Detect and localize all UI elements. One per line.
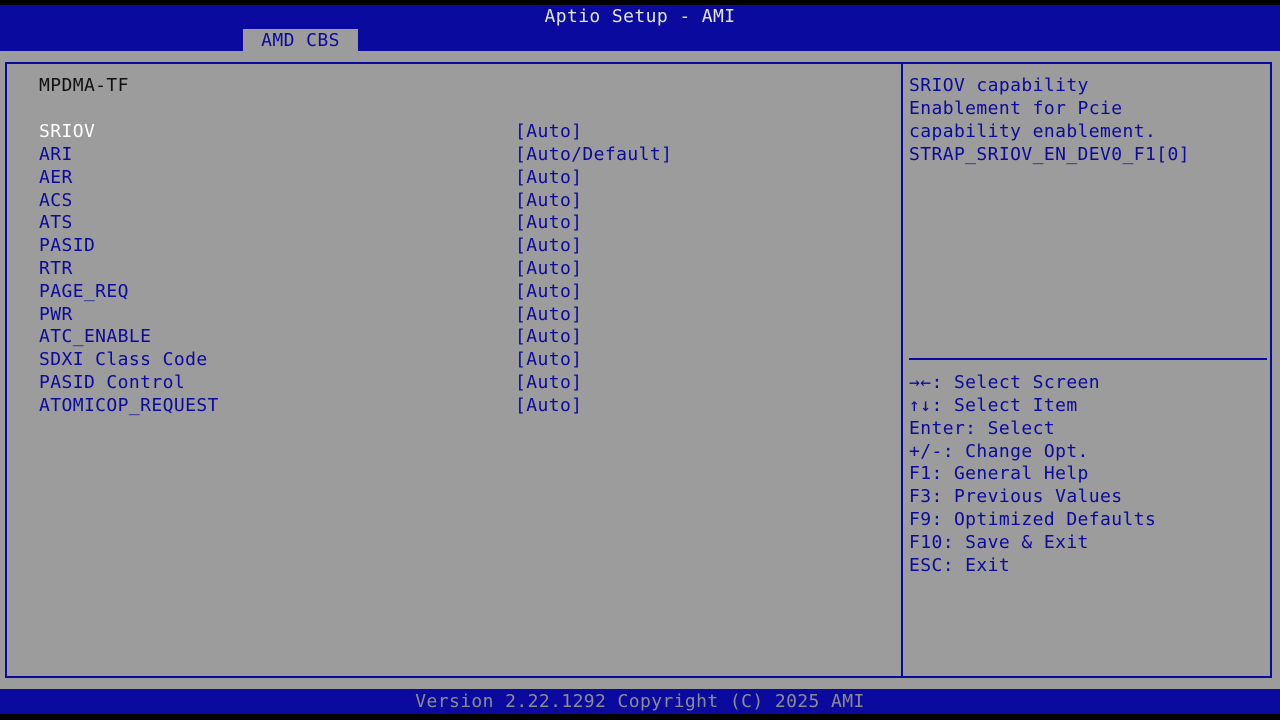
setting-value[interactable]: [Auto]	[515, 325, 582, 348]
key-hint-select-item: ↑↓: Select Item	[909, 395, 1078, 416]
setting-value[interactable]: [Auto]	[515, 211, 582, 234]
key-hint-change-opt: +/-: Change Opt.	[909, 441, 1089, 462]
setting-label: PASID Control	[39, 372, 186, 393]
help-text-line: STRAP_SRIOV_EN_DEV0_F1[0]	[909, 144, 1190, 165]
setting-value[interactable]: [Auto]	[515, 394, 582, 417]
setting-row-sdxi-class-code[interactable]: SDXI Class Code [Auto]	[39, 348, 889, 371]
setting-label: PASID	[39, 235, 96, 256]
setting-value[interactable]: [Auto]	[515, 280, 582, 303]
setting-label: SDXI Class Code	[39, 349, 208, 370]
key-hint-enter: Enter: Select	[909, 418, 1056, 439]
help-text-line: SRIOV capability	[909, 75, 1089, 96]
key-hint-select-screen: →←: Select Screen	[909, 372, 1101, 393]
key-hint-general-help: F1: General Help	[909, 463, 1089, 484]
setting-label: ATS	[39, 212, 73, 233]
setting-label: SRIOV	[39, 121, 96, 142]
help-divider	[909, 358, 1267, 360]
version-footer: Version 2.22.1292 Copyright (C) 2025 AMI	[415, 691, 865, 712]
setting-row-atomicop-request[interactable]: ATOMICOP_REQUEST [Auto]	[39, 394, 889, 417]
setting-label: ATOMICOP_REQUEST	[39, 395, 219, 416]
key-hint-optimized-defaults: F9: Optimized Defaults	[909, 509, 1157, 530]
setting-row-atc-enable[interactable]: ATC_ENABLE [Auto]	[39, 325, 889, 348]
setting-label: AER	[39, 167, 73, 188]
setting-label: PWR	[39, 304, 73, 325]
setting-row-page-req[interactable]: PAGE_REQ [Auto]	[39, 280, 889, 303]
setting-label: ATC_ENABLE	[39, 326, 152, 347]
panel-divider	[901, 62, 903, 678]
help-text-line: capability enablement.	[909, 121, 1157, 142]
setting-value[interactable]: [Auto]	[515, 257, 582, 280]
setting-value[interactable]: [Auto]	[515, 234, 582, 257]
setting-row-pasid-control[interactable]: PASID Control [Auto]	[39, 371, 889, 394]
help-text-line: Enablement for Pcie	[909, 98, 1123, 119]
key-hint-previous-values: F3: Previous Values	[909, 486, 1123, 507]
setting-row-ats[interactable]: ATS [Auto]	[39, 211, 889, 234]
tab-amd-cbs[interactable]: AMD CBS	[243, 29, 358, 51]
setting-label: PAGE_REQ	[39, 281, 129, 302]
page-title: MPDMA-TF	[39, 75, 129, 96]
key-hint-save-exit: F10: Save & Exit	[909, 532, 1089, 553]
setting-value[interactable]: [Auto]	[515, 303, 582, 326]
setting-row-pwr[interactable]: PWR [Auto]	[39, 303, 889, 326]
setting-value[interactable]: [Auto/Default]	[515, 143, 672, 166]
key-hint-exit: ESC: Exit	[909, 555, 1011, 576]
setting-label: ARI	[39, 144, 73, 165]
setting-row-pasid[interactable]: PASID [Auto]	[39, 234, 889, 257]
setting-row-ari[interactable]: ARI [Auto/Default]	[39, 143, 889, 166]
setting-value[interactable]: [Auto]	[515, 120, 582, 143]
setting-row-rtr[interactable]: RTR [Auto]	[39, 257, 889, 280]
setting-row-sriov[interactable]: SRIOV [Auto]	[39, 120, 889, 143]
setting-value[interactable]: [Auto]	[515, 166, 582, 189]
setting-label: ACS	[39, 190, 73, 211]
setting-row-acs[interactable]: ACS [Auto]	[39, 189, 889, 212]
app-title: Aptio Setup - AMI	[544, 6, 736, 27]
setting-label: RTR	[39, 258, 73, 279]
setting-value[interactable]: [Auto]	[515, 189, 582, 212]
setting-value[interactable]: [Auto]	[515, 371, 582, 394]
setting-row-aer[interactable]: AER [Auto]	[39, 166, 889, 189]
setting-value[interactable]: [Auto]	[515, 348, 582, 371]
